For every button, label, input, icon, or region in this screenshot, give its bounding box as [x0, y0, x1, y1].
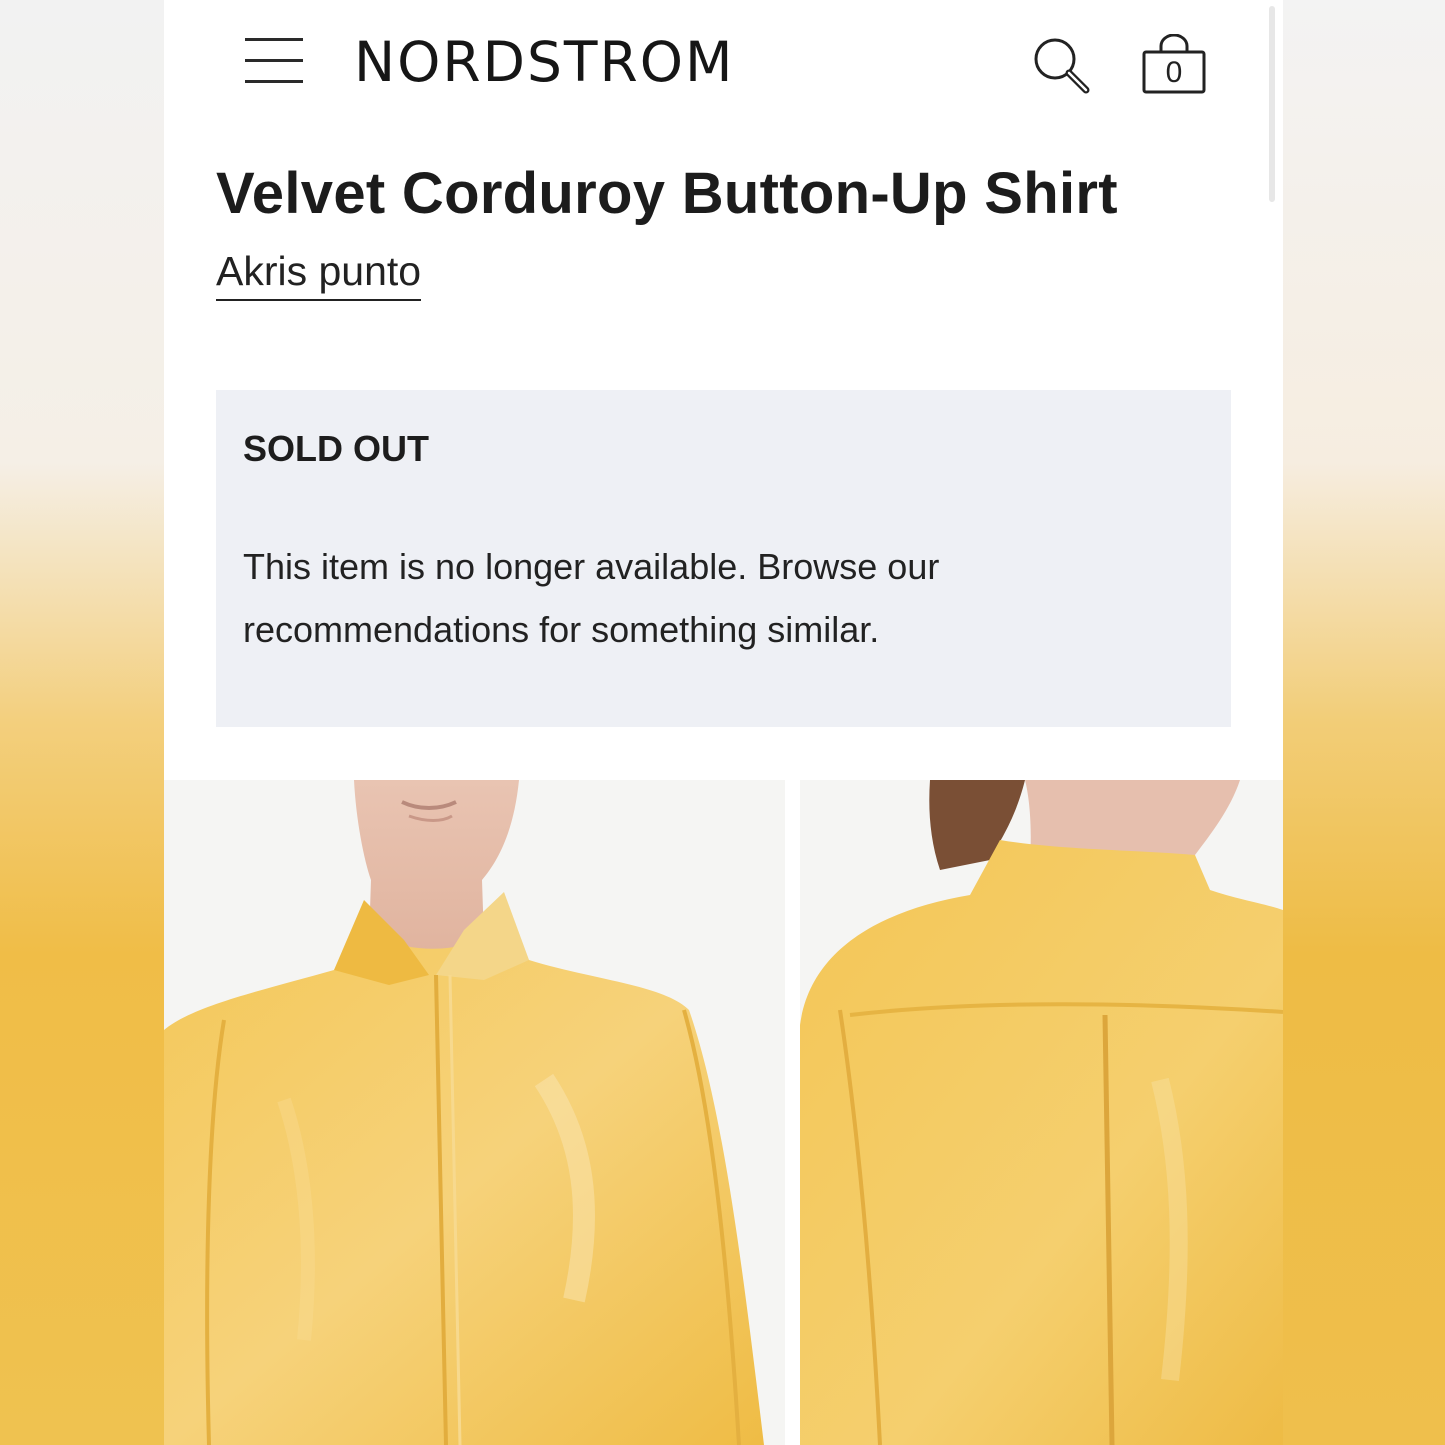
sold-out-message: This item is no longer available. Browse…	[243, 546, 940, 650]
sold-out-notice: SOLD OUT This item is no longer availabl…	[216, 390, 1231, 727]
brand-link[interactable]: Akris punto	[216, 248, 422, 301]
sold-out-heading: SOLD OUT	[243, 428, 429, 469]
product-image-back[interactable]	[800, 780, 1283, 1445]
mobile-page: NORDSTROM 0 Velvet Corduroy Button-Up Sh…	[164, 0, 1283, 1445]
shopping-bag-icon[interactable]: 0	[1141, 34, 1207, 96]
search-icon[interactable]	[1032, 36, 1092, 96]
product-title: Velvet Corduroy Button-Up Shirt	[216, 161, 1118, 226]
background-blur-left	[0, 0, 164, 1445]
background-blur-right	[1283, 0, 1445, 1445]
bag-count: 0	[1165, 56, 1183, 89]
product-image-front[interactable]	[164, 780, 785, 1445]
hamburger-menu-icon[interactable]	[245, 38, 303, 84]
scroll-indicator[interactable]	[1269, 6, 1275, 202]
nordstrom-logo[interactable]: NORDSTROM	[354, 30, 734, 94]
